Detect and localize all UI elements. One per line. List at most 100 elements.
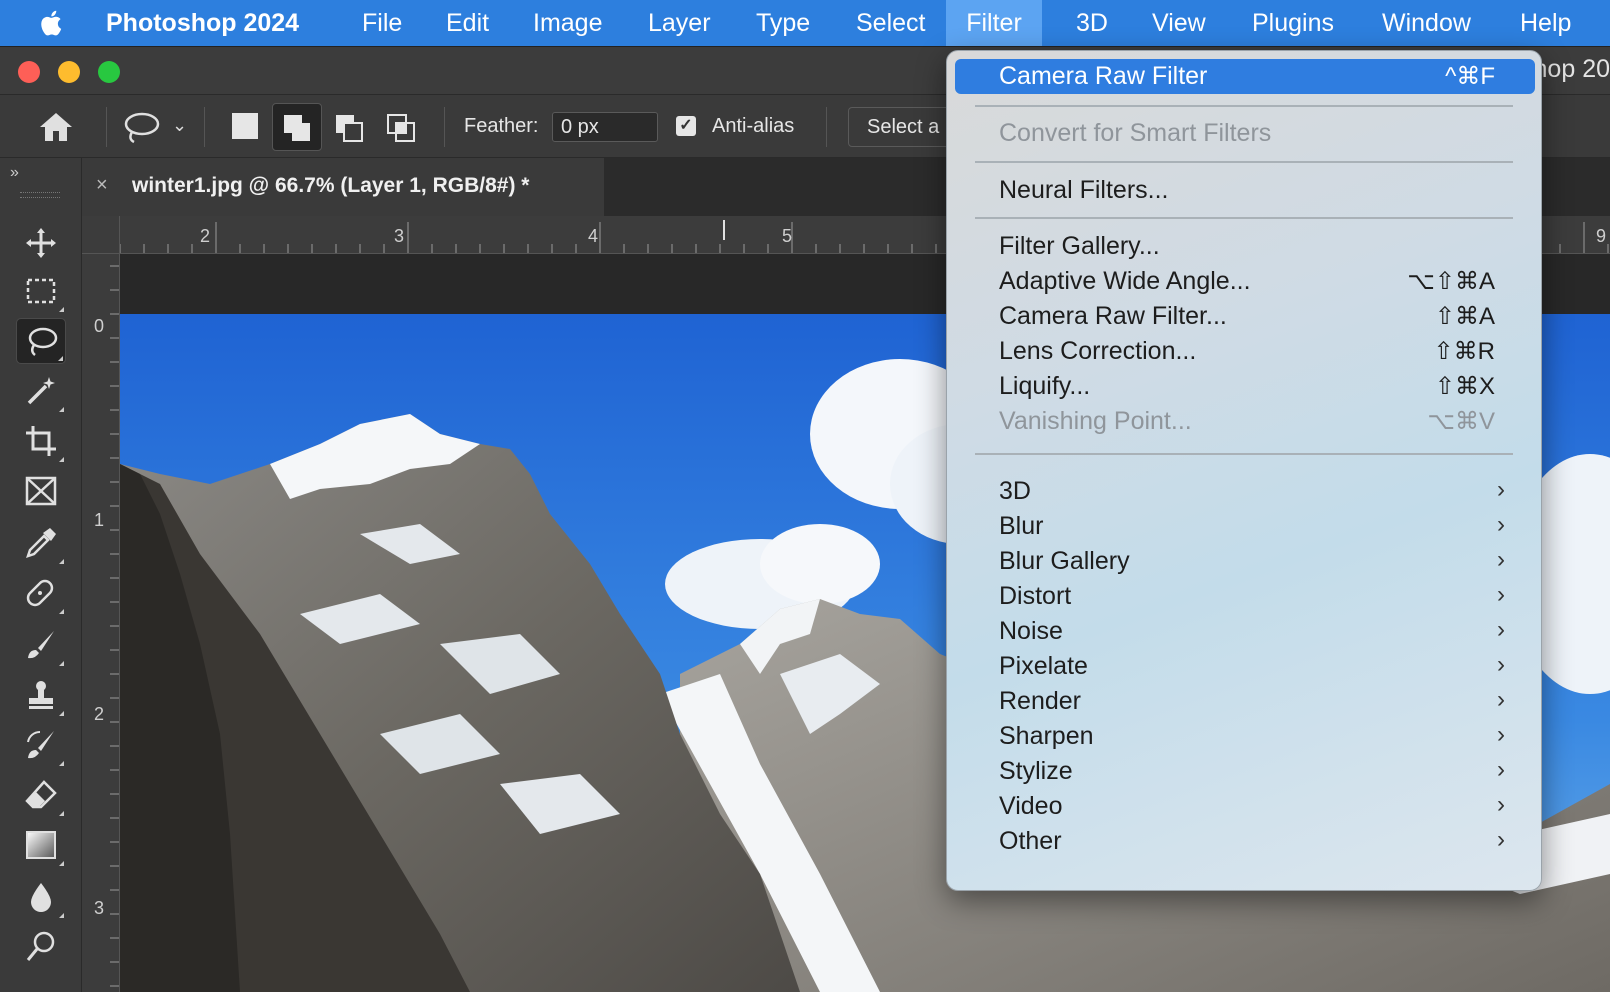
chevron-right-icon: › [1497,721,1505,748]
zoom-window-button[interactable] [98,61,120,83]
document-tab-title: winter1.jpg @ 66.7% (Layer 1, RGB/8#) * [132,174,530,197]
chevron-right-icon: › [1497,686,1505,713]
dodge-icon [26,931,55,961]
menu-item-vanishing-point[interactable]: Vanishing Point... ⌥⌘V [955,404,1535,439]
healing-brush-tool[interactable] [16,570,66,616]
antialias-checkbox[interactable]: ✓ [676,116,696,136]
submenu-noise[interactable]: Noise › [955,614,1535,649]
menu-item-liquify[interactable]: Liquify... ⇧⌘X [955,369,1535,404]
apple-icon[interactable] [36,7,68,39]
panel-grip[interactable] [20,192,60,198]
menu-item-convert-smart-filters[interactable]: Convert for Smart Filters [955,116,1535,151]
stamp-icon [29,681,53,709]
eyedropper-tool[interactable] [16,520,66,566]
menu-separator [975,161,1513,163]
history-brush-tool[interactable] [16,722,66,768]
menu-item-label: Stylize [999,757,1073,785]
move-tool[interactable] [16,220,66,266]
lasso-tool-preset-icon[interactable] [122,111,162,145]
menu-item-label: Convert for Smart Filters [999,119,1272,147]
macos-menu-bar: Photoshop 2024 File Edit Image Layer Typ… [0,0,1610,46]
gradient-tool[interactable] [16,822,66,868]
submenu-blur-gallery[interactable]: Blur Gallery › [955,544,1535,579]
submenu-distort[interactable]: Distort › [955,579,1535,614]
menu-item-label: Adaptive Wide Angle... [999,267,1251,295]
frame-tool[interactable] [16,468,66,514]
vertical-ruler[interactable]: 0 1 2 3 [82,254,120,992]
minimize-window-button[interactable] [58,61,80,83]
ruler-label: 5 [782,226,793,246]
submenu-other[interactable]: Other › [955,824,1535,859]
menu-type[interactable]: Type [756,0,810,46]
submenu-pixelate[interactable]: Pixelate › [955,649,1535,684]
submenu-stylize[interactable]: Stylize › [955,754,1535,789]
menu-item-label: 3D [999,477,1031,505]
brush-icon [28,631,54,659]
eraser-tool[interactable] [16,772,66,818]
chevron-right-icon: › [1497,581,1505,608]
submenu-render[interactable]: Render › [955,684,1535,719]
crop-tool[interactable] [16,418,66,464]
menu-edit[interactable]: Edit [446,0,489,46]
menu-item-camera-raw-filter-last[interactable]: Camera Raw Filter ^⌘F [955,59,1535,94]
chevron-right-icon: › [1497,546,1505,573]
subtract-from-selection-icon[interactable] [334,113,366,143]
feather-input[interactable]: 0 px [552,112,658,142]
menu-item-label: Render [999,687,1081,715]
document-tab[interactable]: × winter1.jpg @ 66.7% (Layer 1, RGB/8#) … [82,158,604,216]
menu-select[interactable]: Select [856,0,925,46]
brush-tool[interactable] [16,622,66,668]
menu-item-filter-gallery[interactable]: Filter Gallery... [955,229,1535,264]
submenu-blur[interactable]: Blur › [955,509,1535,544]
menu-filter[interactable]: Filter [946,0,1042,46]
ruler-label: 3 [394,226,405,246]
marquee-tool[interactable] [16,268,66,314]
collapse-panel-icon[interactable]: » [10,164,19,182]
clone-stamp-tool[interactable] [16,672,66,718]
menu-3d[interactable]: 3D [1076,0,1108,46]
menu-file[interactable]: File [362,0,402,46]
menu-item-label: Blur Gallery [999,547,1130,575]
new-selection-icon[interactable] [232,113,258,139]
dodge-tool[interactable] [16,924,66,970]
menu-item-camera-raw-filter[interactable]: Camera Raw Filter... ⇧⌘A [955,299,1535,334]
eraser-icon [25,780,57,809]
gradient-icon [26,831,56,859]
menu-item-label: Camera Raw Filter... [999,302,1227,330]
lasso-tool[interactable] [16,318,66,364]
ruler-label: 0 [94,316,105,336]
menu-plugins[interactable]: Plugins [1252,0,1334,46]
submenu-video[interactable]: Video › [955,789,1535,824]
chevron-right-icon: › [1497,511,1505,538]
move-icon [26,228,56,258]
menu-item-adaptive-wide-angle[interactable]: Adaptive Wide Angle... ⌥⇧⌘A [955,264,1535,299]
menu-item-lens-correction[interactable]: Lens Correction... ⇧⌘R [955,334,1535,369]
menu-app-name[interactable]: Photoshop 2024 [106,0,299,46]
menu-item-label: Noise [999,617,1063,645]
menu-item-label: Pixelate [999,652,1088,680]
menu-image[interactable]: Image [533,0,602,46]
submenu-sharpen[interactable]: Sharpen › [955,719,1535,754]
menu-view[interactable]: View [1152,0,1206,46]
close-icon[interactable]: × [96,174,108,197]
submenu-3d[interactable]: 3D › [955,474,1535,509]
ruler-label: 9 [1596,226,1607,246]
magic-wand-tool[interactable] [16,368,66,414]
menu-help[interactable]: Help [1520,0,1571,46]
menu-layer[interactable]: Layer [648,0,711,46]
menu-item-neural-filters[interactable]: Neural Filters... [955,173,1535,208]
menu-item-label: Other [999,827,1062,855]
add-to-selection-icon [284,115,310,141]
chevron-down-icon[interactable]: ⌄ [172,115,187,136]
menu-separator [975,453,1513,455]
menu-window[interactable]: Window [1382,0,1471,46]
ruler-label: 2 [200,226,211,246]
menu-item-shortcut: ^⌘F [1445,63,1495,90]
home-icon[interactable] [38,111,74,143]
intersect-selection-icon[interactable] [386,113,418,143]
close-window-button[interactable] [18,61,40,83]
tools-panel: » [0,158,82,992]
menu-item-label: Camera Raw Filter [999,62,1208,90]
blur-tool[interactable] [16,874,66,920]
ruler-origin[interactable] [82,216,120,254]
